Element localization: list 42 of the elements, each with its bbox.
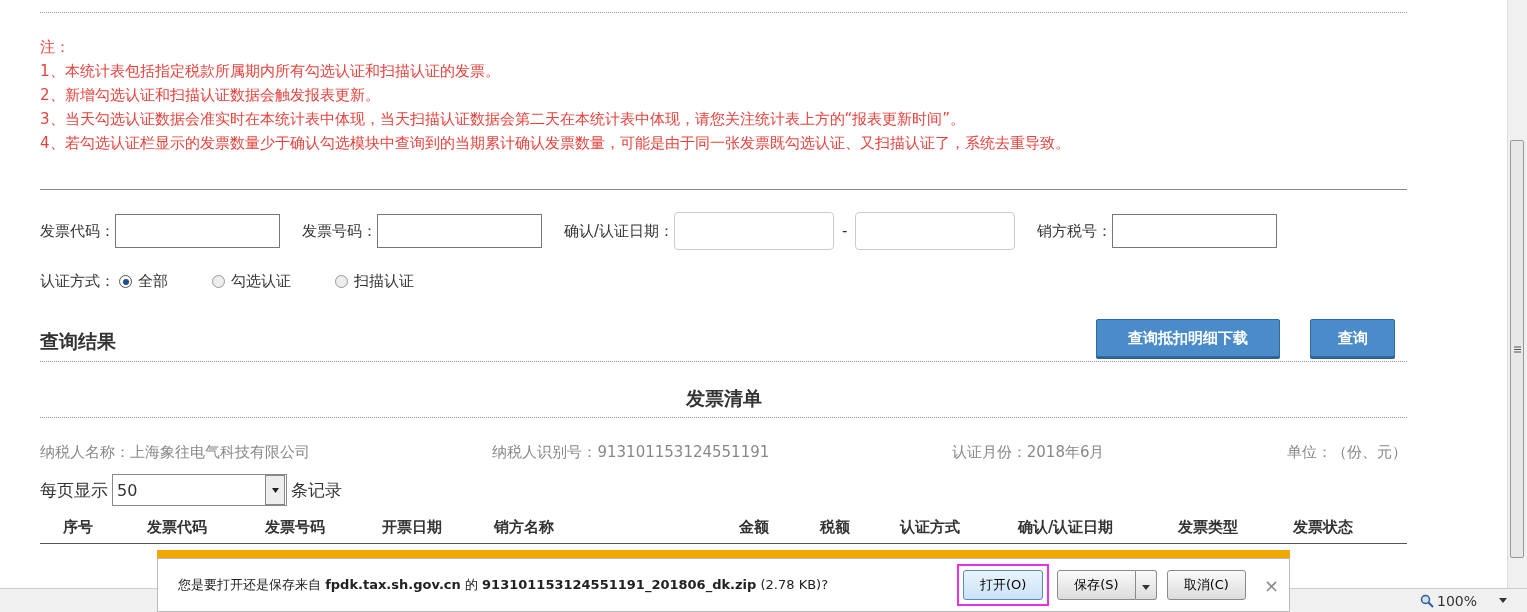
close-button[interactable]: × — [1263, 574, 1279, 596]
column-header: 销方名称 — [494, 518, 555, 537]
column-header: 金额 — [739, 518, 770, 537]
note-title: 注： — [40, 37, 71, 58]
info-text: 认证月份：2018年6月 — [951, 443, 1105, 462]
note-line: 2、新增勾选认证和扫描认证数据会触发报表更新。 — [40, 85, 381, 106]
field-label: 发票代码： — [40, 221, 115, 241]
column-header: 税额 — [820, 518, 851, 537]
page-size-label: 每页显示 — [40, 478, 108, 502]
download-message: 您是要打开还是保存来自 fpdk.tax.sh.gov.cn 的 913101153124551191_201806_dk.zip (2.78 KB)? — [178, 576, 829, 594]
dialog-button[interactable]: 取消(C) — [1166, 570, 1246, 600]
download-button[interactable]: 查询抵扣明细下载 — [1096, 319, 1280, 357]
dialog-button[interactable]: 保存(S) — [1057, 570, 1136, 600]
column-header: 确认/认证日期 — [1018, 518, 1115, 537]
column-header: 发票代码 — [147, 518, 208, 537]
query-button[interactable]: 查询 — [1310, 319, 1395, 357]
zoom-control[interactable]: 100% — [1419, 592, 1477, 609]
field-label: 发票号码： — [302, 221, 377, 241]
column-header: 发票号码 — [265, 518, 326, 537]
column-header: 认证方式 — [900, 518, 961, 537]
column-header: 开票日期 — [382, 518, 443, 537]
page-size-select[interactable]: 50 — [112, 474, 287, 506]
radio-label[interactable]: 全部 — [138, 272, 168, 291]
field-label: 认证方式： — [40, 272, 115, 291]
column-header: 发票状态 — [1293, 518, 1354, 537]
range-separator: - — [842, 222, 848, 240]
info-text: 纳税人识别号：913101153124551191 — [492, 443, 770, 462]
radio-label[interactable]: 扫描认证 — [354, 272, 414, 291]
list-title: 发票清单 — [684, 386, 763, 411]
field-label: 确认/认证日期： — [564, 221, 675, 241]
info-text: 单位：（份、元） — [1286, 443, 1407, 462]
page-size-label: 条记录 — [291, 478, 342, 502]
note-line: 1、本统计表包括指定税款所属期内所有勾选认证和扫描认证的发票。 — [40, 61, 501, 82]
radio-label[interactable]: 勾选认证 — [231, 272, 291, 291]
section-title: 查询结果 — [40, 329, 116, 354]
dialog-button[interactable]: 打开(O) — [962, 570, 1044, 600]
note-line: 4、若勾选认证栏显示的发票数量少于确认勾选模块中查询到的当期累计确认发票数量，可能是由于同一张发票既勾选认证、又扫描认证了，系统去重导致。 — [40, 133, 1071, 154]
column-header: 序号 — [63, 518, 94, 537]
column-header: 发票类型 — [1178, 518, 1239, 537]
info-text: 纳税人名称：上海象往电气科技有限公司 — [40, 443, 310, 462]
note-line: 3、当天勾选认证数据会准实时在本统计表中体现，当天扫描认证数据会第二天在本统计表中体现，请您关注统计表上方的“报表更新时间”。 — [40, 109, 967, 130]
field-label: 销方税号： — [1037, 221, 1113, 241]
